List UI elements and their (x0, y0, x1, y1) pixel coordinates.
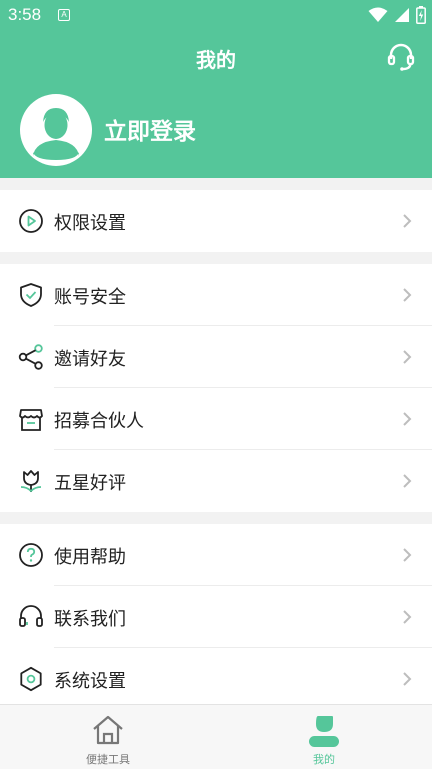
tab-tools[interactable]: 便捷工具 (0, 705, 216, 769)
default-avatar-icon (33, 108, 79, 160)
menu-item-label: 系统设置 (54, 671, 126, 692)
share-icon (18, 344, 43, 370)
group-gap (0, 252, 432, 264)
menu-item-recruit-partners[interactable]: 招募合伙人 (0, 388, 432, 450)
menu-item-permissions[interactable]: 权限设置 (0, 190, 432, 252)
battery-icon (416, 6, 426, 24)
play-circle-icon (19, 209, 43, 233)
chevron-right-icon (403, 474, 412, 488)
tab-label: 我的 (313, 753, 335, 766)
avatar[interactable] (20, 94, 92, 166)
settings-icon (20, 666, 42, 692)
menu-item-label: 权限设置 (54, 213, 126, 234)
menu-group-support: 使用帮助 联系我们 系统设置 (0, 524, 432, 710)
home-icon (93, 715, 123, 745)
chevron-right-icon (403, 412, 412, 426)
menu-item-invite-friends[interactable]: 邀请好友 (0, 326, 432, 388)
shield-icon (20, 283, 42, 307)
chevron-right-icon (403, 610, 412, 624)
status-notification-icon: A (58, 9, 70, 21)
group-gap (0, 512, 432, 524)
menu-group-account: 账号安全 邀请好友 招募合伙人 五星好评 (0, 264, 432, 512)
headset-icon (19, 605, 43, 627)
menu-item-label: 联系我们 (54, 609, 126, 630)
bottom-tab-bar: 便捷工具 我的 (0, 704, 432, 769)
menu-item-help[interactable]: 使用帮助 (0, 524, 432, 586)
chevron-right-icon (403, 350, 412, 364)
menu-item-five-star-review[interactable]: 五星好评 (0, 450, 432, 512)
tab-mine[interactable]: 我的 (216, 705, 432, 769)
menu-list: 权限设置 账号安全 邀请好友 招募合伙人 五星好评 使用帮助 联系我们 系统设置 (0, 178, 432, 710)
menu-item-contact-us[interactable]: 联系我们 (0, 586, 432, 648)
user-icon (309, 716, 339, 747)
help-icon (19, 543, 43, 567)
menu-item-system-settings[interactable]: 系统设置 (0, 648, 432, 710)
status-time: 3:58 (8, 5, 42, 24)
menu-group-permissions: 权限设置 (0, 190, 432, 252)
chevron-right-icon (403, 288, 412, 302)
status-bar: 3:58 A (0, 0, 432, 32)
menu-item-label: 邀请好友 (54, 349, 126, 370)
menu-item-label: 使用帮助 (54, 547, 126, 568)
wifi-icon (368, 7, 388, 22)
signal-icon (395, 8, 409, 22)
profile-header: 我的 立即登录 (0, 32, 432, 178)
menu-item-label: 账号安全 (54, 287, 126, 308)
chevron-right-icon (403, 672, 412, 686)
menu-item-label: 招募合伙人 (54, 411, 144, 432)
login-button[interactable]: 立即登录 (104, 112, 196, 146)
chevron-right-icon (403, 214, 412, 228)
tulip-icon (20, 470, 42, 493)
group-gap (0, 178, 432, 190)
page-title: 我的 (196, 48, 236, 72)
chevron-right-icon (403, 548, 412, 562)
menu-item-label: 五星好评 (54, 473, 126, 494)
customer-service-icon[interactable] (386, 42, 416, 72)
tab-label: 便捷工具 (86, 753, 130, 766)
menu-item-account-security[interactable]: 账号安全 (0, 264, 432, 326)
store-icon (19, 409, 43, 431)
status-icons (368, 6, 426, 24)
